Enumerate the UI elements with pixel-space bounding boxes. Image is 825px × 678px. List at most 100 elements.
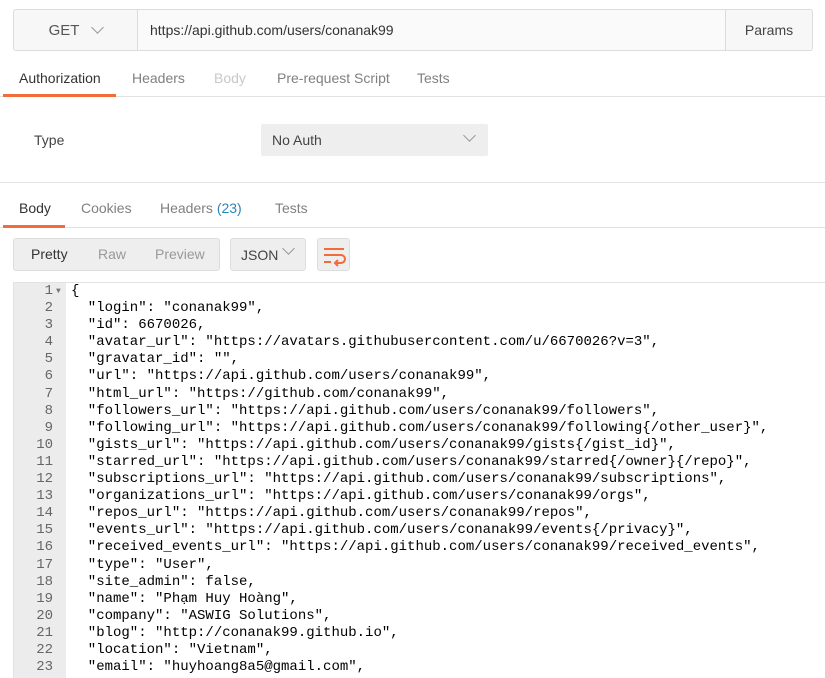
code-line: 22 "location": "Vietnam", — [14, 642, 825, 659]
code-line: 21 "blog": "http://conanak99.github.io", — [14, 625, 825, 642]
code-text: "events_url": "https://api.github.com/us… — [71, 522, 693, 539]
line-number: 19 — [36, 590, 53, 607]
code-text: "subscriptions_url": "https://api.github… — [71, 471, 727, 488]
code-text: "received_events_url": "https://api.gith… — [71, 539, 760, 556]
wrap-lines-button[interactable] — [317, 238, 350, 271]
code-line: 3 "id": 6670026, — [14, 317, 825, 334]
active-response-tab-indicator — [3, 225, 65, 228]
code-line: 4 "avatar_url": "https://avatars.githubu… — [14, 334, 825, 351]
tab-response-headers[interactable]: Headers (23) — [160, 188, 242, 228]
line-number: 11 — [36, 453, 53, 470]
wrap-lines-icon — [324, 248, 346, 267]
response-tabs: Body Cookies Headers (23) Tests — [0, 188, 825, 228]
auth-type-select[interactable]: No Auth — [261, 124, 488, 156]
line-number: 16 — [36, 539, 53, 556]
code-lines: 1 ▼{2 "login": "conanak99", 3 "id": 667002… — [14, 283, 825, 676]
line-number: 3 — [44, 317, 53, 334]
code-line: 20 "company": "ASWIG Solutions", — [14, 608, 825, 625]
code-text: "organizations_url": "https://api.github… — [71, 488, 651, 505]
code-text: "login": "conanak99", — [71, 300, 265, 317]
code-line: 6 "url": "https://api.github.com/users/c… — [14, 368, 825, 385]
tab-body[interactable]: Body — [214, 59, 246, 97]
auth-panel: Type No Auth — [0, 97, 825, 183]
tab-response-tests[interactable]: Tests — [275, 188, 308, 228]
tab-authorization[interactable]: Authorization — [19, 59, 101, 97]
code-line: 16 "received_events_url": "https://api.g… — [14, 539, 825, 556]
line-number: 7 — [44, 385, 53, 402]
headers-count: (23) — [216, 200, 242, 216]
code-line: 18 "site_admin": false, — [14, 574, 825, 591]
code-text: "repos_url": "https://api.github.com/use… — [71, 505, 592, 522]
code-text: "url": "https://api.github.com/users/con… — [71, 368, 492, 385]
method-select[interactable]: GET — [14, 10, 138, 50]
line-number: 17 — [36, 556, 53, 573]
line-number: 6 — [44, 368, 53, 385]
view-raw-button[interactable]: Raw — [98, 239, 126, 270]
code-line: 8 "followers_url": "https://api.github.c… — [14, 403, 825, 420]
code-text: "company": "ASWIG Solutions", — [71, 607, 332, 624]
view-pretty-button[interactable]: Pretty — [31, 239, 68, 270]
line-number: 14 — [36, 505, 53, 522]
method-label: GET — [48, 21, 80, 39]
code-line: 5 "gravatar_id": "", — [14, 351, 825, 368]
code-line: 10 "gists_url": "https://api.github.com/… — [14, 437, 825, 454]
code-text: "email": "huyhoang8a5@gmail.com", — [71, 659, 366, 676]
line-number: 4 — [44, 334, 53, 351]
code-text: "name": "Phạm Huy Hoàng", — [71, 590, 298, 607]
code-line: 23 "email": "huyhoang8a5@gmail.com", — [14, 659, 825, 676]
code-text: "avatar_url": "https://avatars.githubuse… — [71, 334, 660, 351]
line-number: 2 — [44, 300, 53, 317]
code-line: 19 "name": "Phạm Huy Hoàng", — [14, 591, 825, 608]
view-mode-toggle: Pretty Raw Preview — [13, 238, 220, 271]
format-select[interactable]: JSON — [230, 238, 306, 271]
code-line: 14 "repos_url": "https://api.github.com/… — [14, 505, 825, 522]
tab-headers[interactable]: Headers — [132, 59, 185, 97]
tab-tests[interactable]: Tests — [417, 59, 450, 97]
url-input[interactable] — [138, 10, 725, 50]
format-value: JSON — [241, 246, 279, 263]
tab-response-body[interactable]: Body — [19, 188, 51, 228]
code-text: "site_admin": false, — [71, 573, 256, 590]
code-line: 7 "html_url": "https://github.com/conana… — [14, 386, 825, 403]
chevron-down-icon — [282, 242, 295, 255]
line-number: 15 — [36, 522, 53, 539]
fold-toggle-icon[interactable]: ▼ — [56, 283, 61, 300]
auth-type-label: Type — [34, 132, 65, 148]
code-text: "type": "User", — [71, 556, 214, 573]
code-text: "gravatar_id": "", — [71, 351, 240, 368]
code-text: "starred_url": "https://api.github.com/u… — [71, 453, 752, 470]
view-preview-button[interactable]: Preview — [155, 239, 205, 270]
code-text: { — [71, 283, 80, 299]
line-number: 22 — [36, 641, 53, 658]
line-number: 13 — [36, 488, 53, 505]
line-number: 12 — [36, 471, 53, 488]
chevron-down-icon — [463, 129, 476, 142]
tab-cookies[interactable]: Cookies — [81, 188, 132, 228]
line-number: 18 — [36, 573, 53, 590]
code-text: "blog": "http://conanak99.github.io", — [71, 624, 399, 641]
tab-pre-request-script[interactable]: Pre-request Script — [277, 59, 390, 97]
request-bar: GET Params — [13, 9, 813, 51]
code-line: 15 "events_url": "https://api.github.com… — [14, 522, 825, 539]
line-number: 21 — [36, 624, 53, 641]
line-number: 10 — [36, 436, 53, 453]
code-line: 2 "login": "conanak99", — [14, 300, 825, 317]
params-button[interactable]: Params — [725, 10, 812, 50]
line-number: 8 — [44, 402, 53, 419]
code-text: "location": "Vietnam", — [71, 641, 273, 658]
line-number: 20 — [36, 607, 53, 624]
headers-label: Headers — [160, 200, 213, 216]
auth-type-value: No Auth — [272, 132, 322, 148]
response-body[interactable]: 1 ▼{2 "login": "conanak99", 3 "id": 667002… — [13, 282, 825, 678]
line-number: 23 — [36, 659, 53, 676]
request-tabs: Authorization Headers Body Pre-request S… — [0, 59, 825, 97]
code-line: 9 "following_url": "https://api.github.c… — [14, 420, 825, 437]
code-line: 1 ▼ { — [14, 283, 825, 300]
line-number: 5 — [44, 351, 53, 368]
code-line: 11 "starred_url": "https://api.github.co… — [14, 454, 825, 471]
code-text: "html_url": "https://github.com/conanak9… — [71, 385, 450, 402]
code-line: 13 "organizations_url": "https://api.git… — [14, 488, 825, 505]
code-text: "following_url": "https://api.github.com… — [71, 419, 769, 436]
line-number: 9 — [44, 419, 53, 436]
code-line: 12 "subscriptions_url": "https://api.git… — [14, 471, 825, 488]
